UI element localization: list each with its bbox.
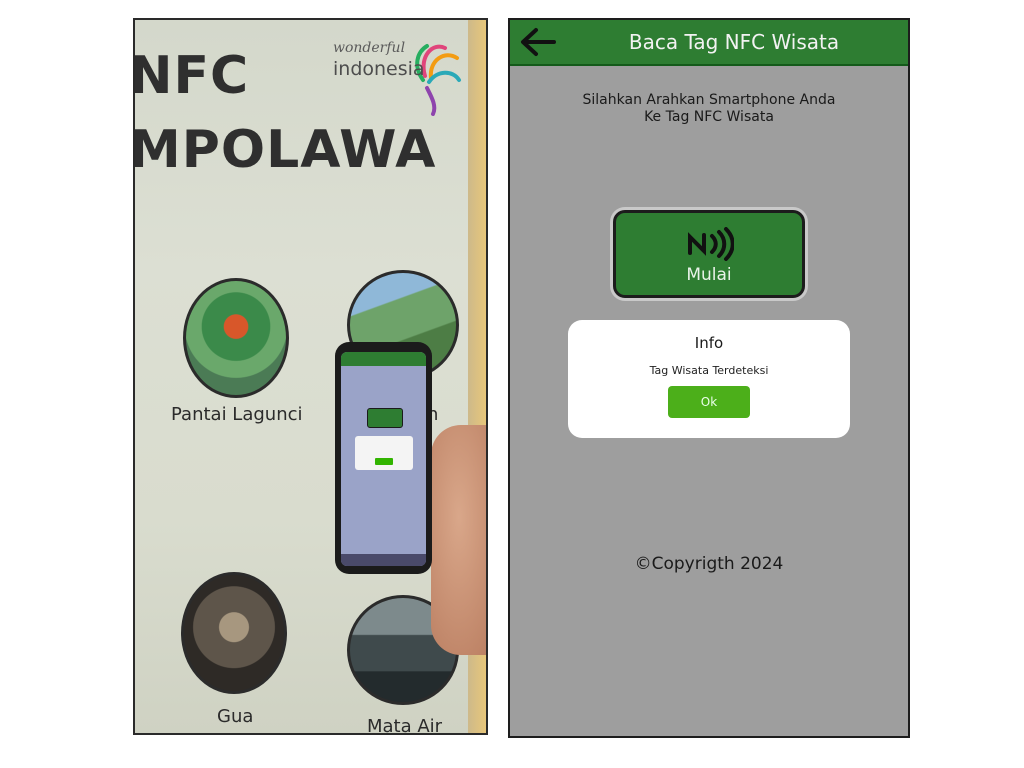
phone-screen-navbar (341, 554, 426, 566)
logo-text-bottom: indonesia (333, 58, 425, 80)
info-dialog: Info Tag Wisata Terdeteksi Ok (568, 320, 850, 438)
back-button[interactable] (516, 24, 560, 60)
phone-screen-ok (375, 458, 393, 465)
start-button-label: Mulai (686, 265, 732, 285)
logo-text-top: wonderful (333, 40, 406, 56)
spot-image-gua (181, 572, 287, 694)
instruction-text: Silahkan Arahkan Smartphone Anda Ke Tag … (550, 92, 868, 126)
arrow-left-icon (521, 28, 556, 56)
app-screenshot: Baca Tag NFC Wisata Silahkan Arahkan Sma… (508, 18, 910, 738)
phone-screen-button (367, 408, 403, 428)
spot-label-mata-air: Mata Air (367, 716, 443, 735)
instruction-line-1: Silahkan Arahkan Smartphone Anda (582, 92, 836, 108)
spot-label-gua: Gua (217, 706, 254, 727)
spot-image-pantai-lagunci (183, 278, 289, 398)
phone-screen (341, 352, 426, 566)
phone (335, 342, 432, 574)
banner-title-line1: NFC (133, 46, 250, 106)
copyright-text: ©Copyrigth 2024 (634, 554, 784, 574)
hand (431, 425, 486, 655)
app-title: Baca Tag NFC Wisata (628, 30, 840, 54)
phone-screen-appbar (341, 352, 426, 366)
start-button[interactable]: Mulai (613, 210, 805, 298)
ok-button[interactable]: Ok (668, 386, 750, 418)
banner-title-line2: MPOLAWA (133, 120, 437, 180)
instruction-line-2: Ke Tag NFC Wisata (644, 109, 774, 125)
spot-label-pantai-lagunci: Pantai Lagunci (171, 404, 303, 425)
banner-photo: NFC MPOLAWA wonderful indonesia Pantai L… (133, 18, 488, 735)
nfc-icon (688, 227, 734, 261)
dialog-title: Info (694, 334, 724, 352)
dialog-message: Tag Wisata Terdeteksi (649, 364, 769, 377)
app-bar: Baca Tag NFC Wisata (510, 20, 908, 66)
